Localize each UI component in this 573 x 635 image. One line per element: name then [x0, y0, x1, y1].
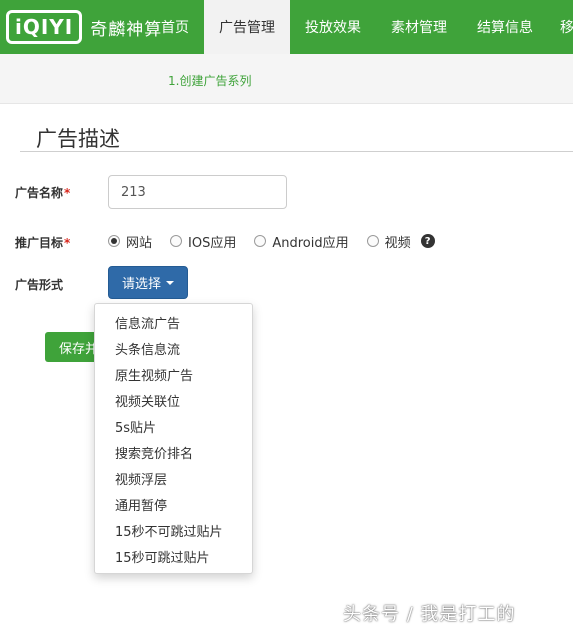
top-nav-bar: iQIYI 奇麟神算 首页 广告管理 投放效果 素材管理 结算信息 移 [0, 0, 573, 54]
ad-format-label: 广告形式 [15, 278, 64, 292]
dropdown-item-headline-feed[interactable]: 头条信息流 [115, 339, 180, 358]
ad-format-select-button[interactable]: 请选择 [108, 266, 188, 299]
iqiyi-logo[interactable]: iQIYI 奇麟神算 [6, 10, 162, 44]
dropdown-item-5s-preroll[interactable]: 5s贴片 [115, 417, 156, 436]
ad-format-dropdown-menu: 信息流广告 头条信息流 原生视频广告 视频关联位 5s贴片 搜索竞价排名 视频浮… [94, 303, 253, 574]
promotion-target-label: 推广目标* [15, 236, 71, 250]
help-icon[interactable]: ? [420, 234, 435, 248]
nav-home[interactable]: 首页 [146, 0, 204, 54]
dropdown-item-native-video-ad[interactable]: 原生视频广告 [115, 365, 193, 384]
dropdown-item-feed-ad[interactable]: 信息流广告 [115, 313, 180, 332]
radio-button[interactable] [108, 235, 120, 247]
dropdown-item-video-related[interactable]: 视频关联位 [115, 391, 180, 410]
section-title: 广告描述 [36, 127, 120, 151]
dropdown-item-pause-ad[interactable]: 通用暂停 [115, 495, 167, 514]
radio-button[interactable] [366, 235, 379, 247]
radio-button[interactable] [254, 235, 267, 247]
radio-option-website[interactable]: 网站 [108, 232, 152, 251]
nav-material-management[interactable]: 素材管理 [376, 0, 462, 54]
nav-billing-info[interactable]: 结算信息 [462, 0, 548, 54]
ad-name-label: 广告名称* [15, 186, 71, 200]
step-bar: 1.创建广告系列 [0, 54, 573, 104]
dropdown-item-15s-skippable[interactable]: 15秒可跳过贴片 [115, 547, 210, 566]
nav-ad-management[interactable]: 广告管理 [204, 0, 290, 54]
promotion-target-radio-group: 网站 IOS应用 Android应用 视频 ? [108, 232, 435, 251]
dropdown-item-video-overlay[interactable]: 视频浮层 [115, 469, 167, 488]
nav-delivery-results[interactable]: 投放效果 [290, 0, 376, 54]
radio-option-android-app[interactable]: Android应用 [254, 232, 349, 251]
logo-badge: iQIYI [6, 10, 83, 44]
radio-option-video[interactable]: 视频 [366, 232, 411, 251]
watermark-text: 头条号 / 我是打工的 [343, 604, 516, 625]
nav-more[interactable]: 移 [548, 0, 573, 54]
dropdown-item-search-bidding[interactable]: 搜索竞价排名 [115, 443, 193, 462]
section-divider [20, 151, 573, 152]
step-create-campaign[interactable]: 1.创建广告系列 [168, 72, 251, 89]
radio-option-ios-app[interactable]: IOS应用 [170, 232, 236, 251]
caret-down-icon [166, 280, 174, 285]
radio-button[interactable] [170, 235, 183, 247]
required-mark: * [64, 236, 71, 250]
dropdown-item-15s-non-skippable[interactable]: 15秒不可跳过贴片 [115, 521, 223, 540]
ad-name-input[interactable] [108, 175, 287, 209]
required-mark: * [64, 186, 71, 200]
